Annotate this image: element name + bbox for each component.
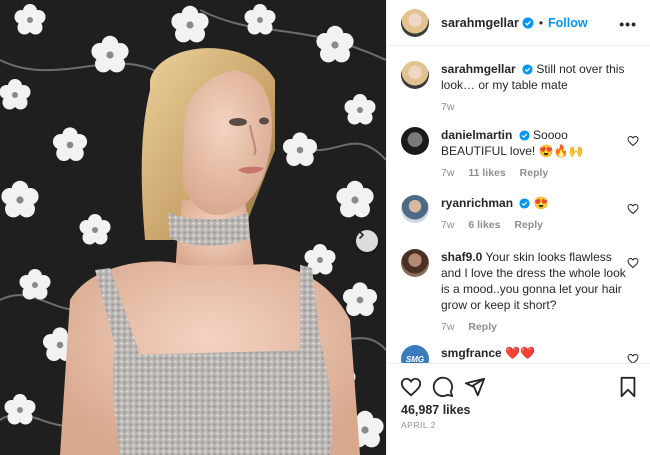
caption: sarahmgellar Still not over this look… o… <box>401 61 641 113</box>
comment-time[interactable]: 7w <box>441 167 454 179</box>
heart-icon[interactable] <box>627 135 639 147</box>
author-username[interactable]: sarahmgellar <box>441 16 519 30</box>
like-count[interactable]: 46,987 likes <box>401 403 471 417</box>
heart-icon[interactable] <box>627 353 639 363</box>
more-options-button[interactable]: ••• <box>619 16 637 32</box>
comment-username[interactable]: danielmartin <box>441 128 512 142</box>
list-item: shaf9.0 Your skin looks flawless and I l… <box>401 249 641 335</box>
avatar[interactable] <box>401 127 429 155</box>
post-side-panel: sarahmgellar • Follow ••• sarahmgellar S… <box>386 0 650 455</box>
avatar[interactable] <box>401 61 429 89</box>
comment-username[interactable]: ryanrichman <box>441 196 513 210</box>
list-item: danielmartin Soooo BEAUTIFUL love! 😍🔥🙌 7… <box>401 127 641 183</box>
comment-time[interactable]: 7w <box>441 321 454 333</box>
comment-username[interactable]: shaf9.0 <box>441 250 482 264</box>
bookmark-icon[interactable] <box>618 376 638 398</box>
avatar[interactable]: SMG <box>401 345 429 363</box>
post-header: sarahmgellar • Follow ••• <box>387 0 650 46</box>
verified-badge-icon <box>522 17 534 28</box>
post-date[interactable]: APRIL 2 <box>401 420 436 430</box>
heart-icon[interactable] <box>627 257 639 269</box>
action-bar: 46,987 likes APRIL 2 <box>387 363 650 455</box>
comment-likes[interactable]: 11 likes <box>468 167 505 179</box>
list-item: ryanrichman 😍 7w 6 likes Reply <box>401 195 641 235</box>
reply-button[interactable]: Reply <box>514 219 543 231</box>
photo-illustration <box>0 0 386 455</box>
comment-time[interactable]: 7w <box>441 219 454 231</box>
separator-dot: • <box>538 15 544 30</box>
follow-button[interactable]: Follow <box>548 16 588 30</box>
comment-icon[interactable] <box>432 376 454 398</box>
verified-badge-icon <box>519 198 530 209</box>
like-heart-icon[interactable] <box>400 376 422 398</box>
chevron-right-icon <box>358 230 365 240</box>
comment-username[interactable]: sarahmgellar <box>441 62 516 76</box>
avatar[interactable] <box>401 195 429 223</box>
comment-username[interactable]: smgfrance <box>441 346 502 360</box>
comment-text: ❤️❤️ <box>505 346 535 360</box>
share-icon[interactable] <box>464 376 486 398</box>
list-item: SMG smgfrance ❤️❤️ <box>401 345 641 363</box>
heart-icon[interactable] <box>627 203 639 215</box>
verified-badge-icon <box>519 130 530 141</box>
next-photo-button[interactable] <box>356 230 378 252</box>
avatar[interactable] <box>401 249 429 277</box>
reply-button[interactable]: Reply <box>520 167 549 179</box>
comments-list[interactable]: sarahmgellar Still not over this look… o… <box>387 47 650 363</box>
author-avatar[interactable] <box>401 8 429 37</box>
reply-button[interactable]: Reply <box>468 321 497 333</box>
verified-badge-icon <box>522 64 533 75</box>
post-photo[interactable] <box>0 0 386 455</box>
comment-time[interactable]: 7w <box>441 101 454 113</box>
comment-likes[interactable]: 6 likes <box>468 219 500 231</box>
comment-text: 😍 <box>533 196 549 210</box>
